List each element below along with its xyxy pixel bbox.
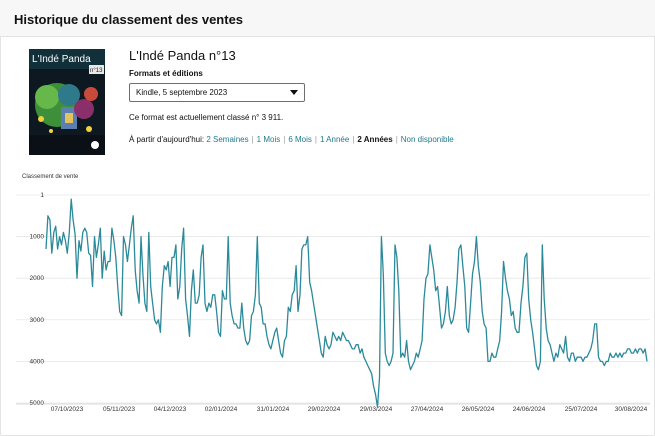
panel-title: Historique du classement des ventes	[14, 12, 244, 27]
x-tick-label: 25/07/2024	[565, 406, 598, 413]
y-tick-label: 4000	[30, 358, 45, 365]
x-tick-label: 26/05/2024	[462, 406, 495, 413]
chart-y-ticks: 1 1000 2000 3000 4000 5000	[30, 192, 45, 407]
range-separator: |	[283, 135, 286, 144]
y-tick-label: 1	[40, 192, 44, 199]
cover-title: L'Indé Panda	[32, 54, 91, 65]
x-tick-label: 04/12/2023	[154, 406, 187, 413]
product-info: L'Indé Panda n°13 Formats et éditions Ki…	[129, 48, 629, 144]
x-tick-label: 07/10/2023	[51, 406, 84, 413]
sales-rank-series-line	[45, 198, 648, 408]
format-select-value: Kindle, 5 septembre 2023	[136, 88, 228, 97]
y-tick-label: 5000	[30, 400, 45, 407]
y-tick-label: 3000	[30, 317, 45, 324]
y-tick-label: 2000	[30, 275, 45, 282]
range-option-2-semaines[interactable]: 2 Semaines	[206, 135, 248, 144]
chart-x-ticks: 07/10/2023 05/11/2023 04/12/2023 02/01/2024…	[16, 403, 650, 413]
range-option-6-mois[interactable]: 6 Mois	[288, 135, 312, 144]
y-tick-label: 1000	[30, 234, 45, 241]
x-tick-label: 02/01/2024	[205, 406, 238, 413]
chart-grid	[16, 194, 650, 404]
range-separator: |	[314, 135, 317, 144]
panel-header: Historique du classement des ventes	[0, 0, 655, 37]
x-tick-label: 24/06/2024	[513, 406, 546, 413]
current-rank-text: Ce format est actuellement classé n° 3 9…	[129, 113, 284, 122]
x-tick-label: 29/02/2024	[308, 406, 341, 413]
range-separator: |	[251, 135, 254, 144]
x-tick-label: 05/11/2023	[103, 406, 135, 413]
range-option-non-disponible[interactable]: Non disponible	[401, 135, 454, 144]
product-title[interactable]: L'Indé Panda n°13	[129, 48, 629, 63]
range-option-2-annees[interactable]: 2 Années	[357, 135, 392, 144]
sales-rank-chart: 1 1000 2000 3000 4000 5000 07/10/2023 05/11/20…	[16, 192, 650, 413]
range-prefix: À partir d'aujourd'hui:	[129, 135, 205, 144]
range-separator: |	[395, 135, 398, 144]
x-tick-label: 31/01/2024	[257, 406, 290, 413]
x-tick-label: 30/08/2024	[615, 406, 648, 413]
book-cover[interactable]: L'Indé Panda n°13	[29, 49, 105, 155]
range-option-1-annee[interactable]: 1 Année	[320, 135, 349, 144]
cover-badge: n°13	[90, 68, 103, 74]
formats-label: Formats et éditions	[129, 69, 203, 78]
x-tick-label: 27/04/2024	[411, 406, 444, 413]
book-cover-art: L'Indé Panda n°13	[29, 49, 105, 155]
format-select[interactable]: Kindle, 5 septembre 2023	[129, 83, 305, 102]
chevron-down-icon	[290, 90, 298, 95]
range-separator: |	[352, 135, 355, 144]
x-tick-label: 29/03/2024	[360, 406, 393, 413]
range-option-1-mois[interactable]: 1 Mois	[257, 135, 281, 144]
time-range-selector: À partir d'aujourd'hui: 2 Semaines | 1 Moi…	[129, 135, 454, 144]
